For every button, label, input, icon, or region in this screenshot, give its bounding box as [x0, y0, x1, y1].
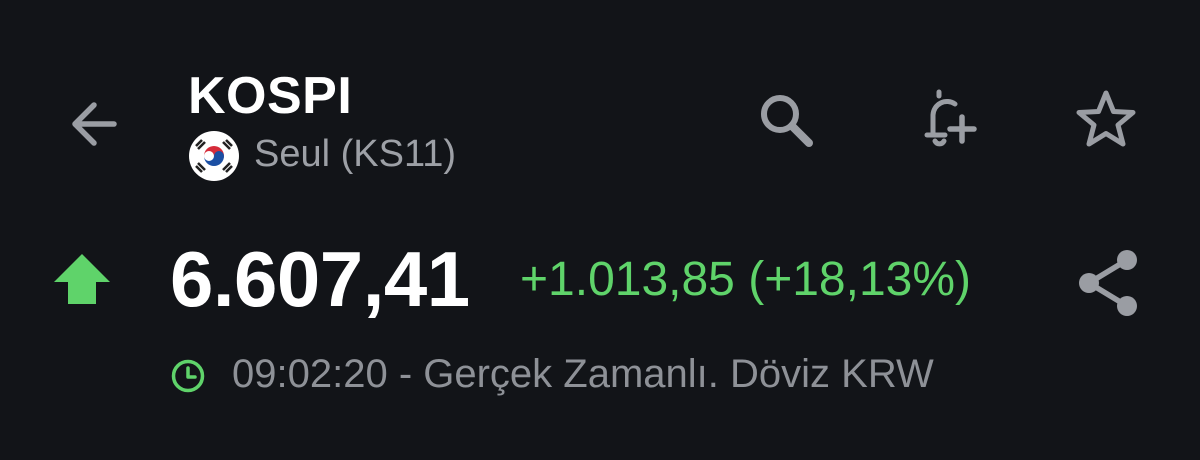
bell-plus-icon	[924, 89, 977, 147]
price-change: +1.013,85 (+18,13%)	[520, 253, 972, 306]
add-alert-button[interactable]	[908, 82, 984, 158]
realtime-status: 09:02:20 - Gerçek Zamanlı. Döviz KRW	[232, 352, 934, 396]
share-icon	[1079, 250, 1137, 316]
clock-icon	[171, 359, 205, 393]
star-icon	[1076, 90, 1136, 147]
arrow-left-icon	[72, 102, 117, 146]
south-korea-flag-icon	[189, 131, 239, 181]
search-button[interactable]	[748, 82, 824, 158]
arrow-up-icon	[54, 254, 110, 304]
add-to-watchlist-button[interactable]	[1068, 82, 1144, 158]
page-title: KOSPI	[188, 67, 353, 125]
exchange-label: Seul (KS11)	[254, 133, 457, 175]
search-icon	[761, 95, 813, 147]
last-price: 6.607,41	[170, 235, 470, 323]
back-button[interactable]	[58, 88, 130, 160]
share-button[interactable]	[1068, 243, 1148, 323]
